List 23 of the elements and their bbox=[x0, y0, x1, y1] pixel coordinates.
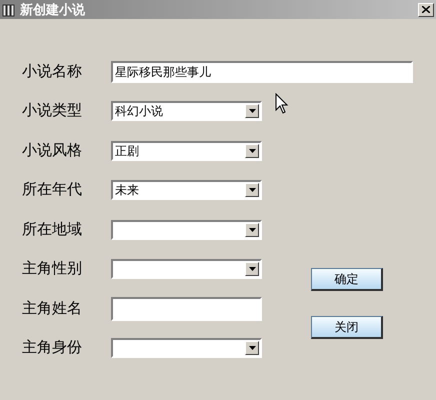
field-label: 小说风格 bbox=[22, 140, 83, 160]
field-label: 所在地域 bbox=[22, 220, 83, 240]
dropdown[interactable]: 科幻小说 bbox=[111, 101, 262, 122]
field-label: 主角性别 bbox=[22, 259, 83, 279]
field-label: 所在年代 bbox=[22, 180, 83, 200]
close-icon bbox=[422, 6, 430, 13]
dropdown[interactable] bbox=[111, 220, 262, 240]
text-field[interactable] bbox=[111, 296, 262, 321]
field-label: 小说类型 bbox=[22, 101, 83, 121]
dropdown[interactable] bbox=[111, 259, 262, 280]
field-label: 小说名称 bbox=[22, 62, 83, 82]
text-field[interactable]: 星际移民那些事儿 bbox=[111, 60, 413, 83]
dropdown[interactable]: 正剧 bbox=[111, 140, 262, 161]
field-label: 主角姓名 bbox=[22, 298, 83, 318]
field-label: 主角身份 bbox=[22, 338, 83, 358]
app-icon bbox=[2, 2, 16, 16]
mouse-cursor-icon bbox=[275, 93, 289, 115]
dropdown[interactable] bbox=[111, 338, 262, 358]
dialog-button[interactable]: 关闭 bbox=[311, 316, 383, 339]
dropdown[interactable]: 未来 bbox=[111, 180, 262, 200]
close-button[interactable] bbox=[418, 2, 434, 16]
dialog-button[interactable]: 确定 bbox=[311, 268, 383, 291]
window-title: 新创建小说 bbox=[20, 0, 85, 19]
